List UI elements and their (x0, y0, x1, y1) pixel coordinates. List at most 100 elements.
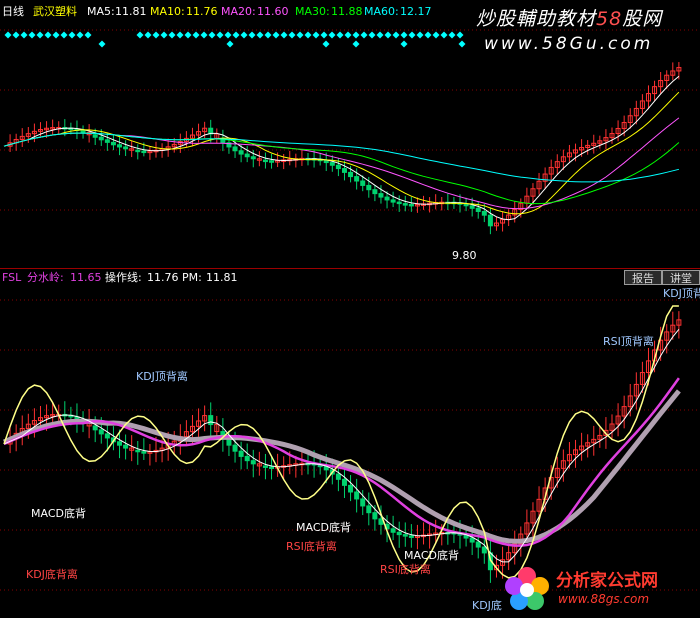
indicator-candle-body (354, 491, 360, 500)
ma10-label: MA10: (150, 5, 185, 18)
indicator-candle-body (117, 441, 123, 446)
indicator-candle-body (475, 541, 481, 548)
price-candle-body (262, 159, 268, 163)
indicator-candle-body (372, 512, 378, 520)
pm-value: 11.81 (206, 271, 238, 284)
price-candle-body (244, 153, 250, 158)
signal-label: KDJ顶背 (663, 286, 700, 300)
price-candle-body (117, 144, 123, 148)
fsx-value: 11.65 (70, 271, 102, 284)
indicator-candle-body (408, 535, 414, 538)
watermark-title-a: 炒股輔助教材 (476, 8, 597, 30)
signal-label: RSI底背离 (380, 562, 431, 576)
price-candle-body (92, 134, 98, 138)
indicator-candle-body (341, 478, 347, 486)
price-candle-body (341, 168, 347, 173)
indicator-candle-body (481, 546, 487, 554)
fsx-label: 分水岭: (27, 270, 64, 284)
price-candle-body (110, 141, 116, 146)
signal-label: KDJ底 (472, 598, 502, 612)
price-candle-body (463, 203, 469, 207)
logo-title: 分析家公式网 (556, 571, 658, 591)
low-price-annotation: 9.80 (452, 249, 477, 262)
signal-label: MACD底背 (296, 520, 351, 534)
ma20-value: 11.60 (257, 5, 289, 18)
site-logo: 分析家公式网 www.88gs.com (500, 562, 700, 614)
signal-label: KDJ顶背离 (136, 369, 188, 383)
flower-logo-icon (505, 567, 549, 610)
indicator-name: FSL (2, 271, 22, 284)
price-candle-body (98, 136, 104, 141)
ma30-label: MA30: (295, 5, 330, 18)
ma60-value: 12.17 (400, 5, 432, 18)
watermark-title-c: 股网 (622, 8, 663, 30)
price-candle-body (335, 164, 341, 170)
price-candle-body (238, 150, 244, 155)
indicator-candle-body (92, 425, 98, 431)
logo-url: www.88gs.com (558, 592, 650, 606)
price-candle-body (269, 160, 275, 163)
signal-label: MACD底背 (404, 548, 459, 562)
price-candle-body (469, 205, 475, 209)
period-label: 日线 (2, 4, 24, 18)
price-candle-body (141, 150, 147, 154)
watermark-url: www.58Gu.com (484, 34, 654, 54)
indicator-candle-body (262, 465, 268, 468)
indicator-candle-body (123, 444, 129, 449)
ma10-value: 11.76 (186, 5, 218, 18)
price-candle-body (378, 193, 384, 198)
price-candle-body (80, 130, 86, 133)
indicator-candle-body (366, 505, 372, 514)
indicator-candle-body (232, 444, 238, 452)
ma5-label: MA5: (87, 5, 115, 18)
explain-button[interactable]: 讲堂 (662, 270, 700, 285)
price-candle-body (348, 171, 354, 178)
indicator-candle-body (396, 531, 402, 536)
signal-label: MACD底背 (31, 506, 86, 520)
price-candle-body (360, 180, 366, 186)
price-candle-body (396, 201, 402, 205)
price-candle-body (354, 176, 360, 182)
signal-label: RSI底背离 (286, 539, 337, 553)
price-candle-body (366, 184, 372, 191)
indicator-candle-body (250, 460, 256, 465)
price-candle-body (323, 160, 329, 164)
watermark-title-b: 58 (596, 8, 623, 30)
price-candle-body (487, 214, 493, 227)
ma20-label: MA20: (221, 5, 256, 18)
signal-label: RSI顶背离 (603, 334, 654, 348)
price-candle-body (372, 189, 378, 195)
stock-chart: 日线 武汉塑料 MA5: 11.81 MA10: 11.76 MA20: 11.… (0, 0, 700, 617)
price-candle-body (481, 210, 487, 216)
ma5-value: 11.81 (115, 5, 147, 18)
price-candle-body (329, 162, 335, 166)
price-candle-body (390, 199, 396, 203)
indicator-candle-body (469, 537, 475, 543)
price-candle-body (135, 149, 141, 153)
indicator-candle-body (135, 449, 141, 453)
ma30-value: 11.88 (331, 5, 363, 18)
price-candle-body (123, 146, 129, 150)
pm-label: PM: (182, 271, 202, 284)
indicator-candle-body (208, 415, 214, 426)
czx-value: 11.76 (147, 271, 179, 284)
indicator-candle-body (390, 528, 396, 533)
indicator-candle-body (238, 450, 244, 457)
czx-label: 操作线: (105, 270, 142, 284)
price-candle-body (408, 203, 414, 207)
report-button[interactable]: 报告 (624, 270, 662, 285)
signal-label: KDJ底背离 (26, 567, 78, 581)
price-candle-body (232, 146, 238, 152)
price-candle-body (384, 196, 390, 201)
indicator-candle-body (269, 466, 275, 469)
indicator-candle-body (98, 429, 104, 435)
indicator-candle-body (104, 433, 110, 439)
price-candle-body (475, 207, 481, 212)
indicator-candle-body (244, 455, 250, 462)
watermark-title: 炒股輔助教材58股网 (476, 4, 662, 31)
indicator-candle-body (348, 484, 354, 493)
stock-name: 武汉塑料 (33, 4, 77, 18)
price-candle-body (104, 139, 110, 143)
indicator-candle-body (141, 451, 147, 454)
price-candle-body (402, 203, 408, 206)
